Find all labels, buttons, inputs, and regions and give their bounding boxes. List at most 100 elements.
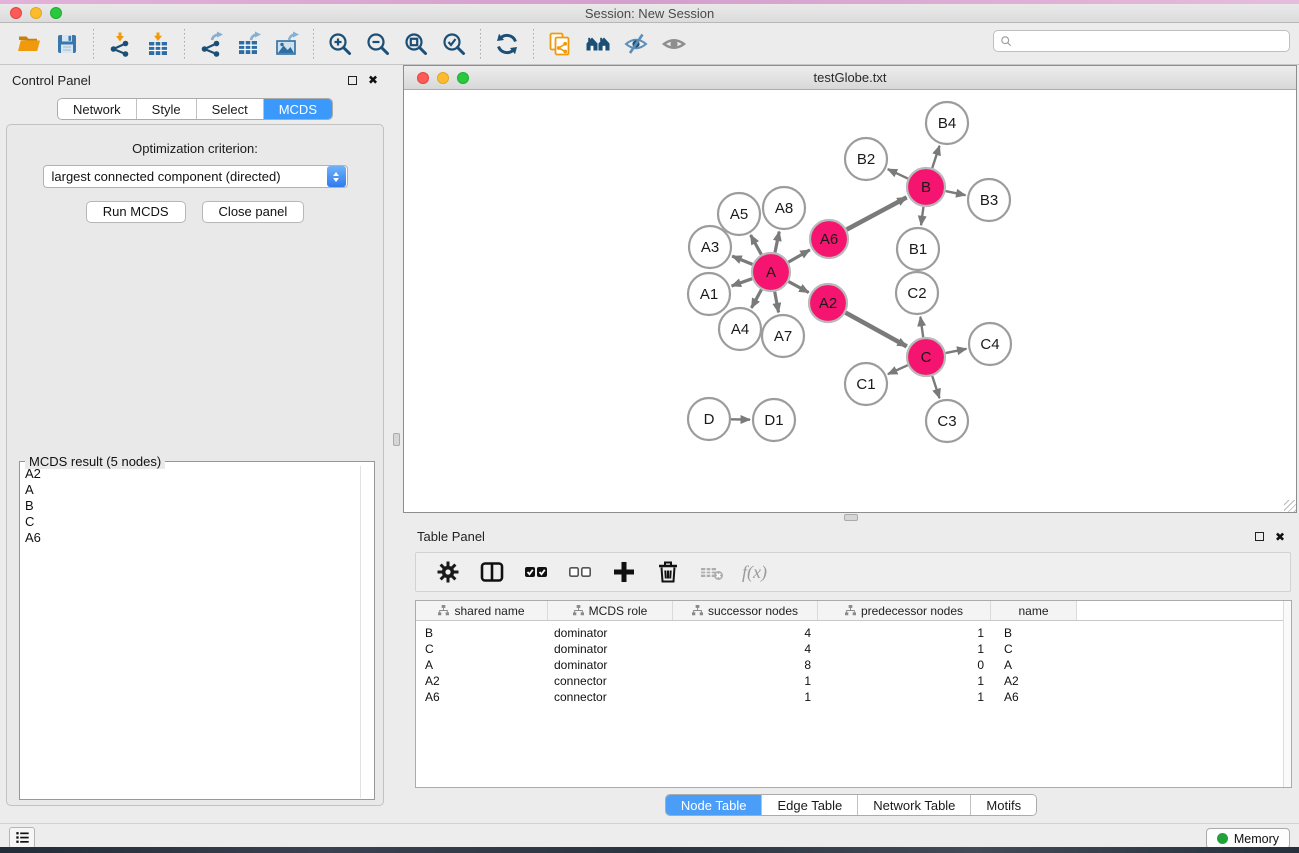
graph-node-B4[interactable]: B4 — [926, 102, 968, 144]
table-cell[interactable]: A6 — [991, 690, 1077, 704]
memory-button[interactable]: Memory — [1206, 828, 1290, 849]
run-mcds-button[interactable]: Run MCDS — [86, 201, 186, 223]
tab-style[interactable]: Style — [136, 99, 196, 119]
table-cell[interactable]: B — [991, 626, 1077, 640]
graph-node-A[interactable]: A — [752, 253, 790, 291]
table-cell[interactable]: 1 — [818, 690, 991, 704]
table-cell[interactable]: connector — [548, 674, 673, 688]
table-cell[interactable]: 8 — [673, 658, 818, 672]
table-row[interactable]: Cdominator41C — [416, 641, 1291, 657]
delete-column-icon[interactable] — [653, 558, 683, 586]
deselect-all-icon[interactable] — [565, 558, 595, 586]
vertical-splitter[interactable] — [390, 65, 403, 823]
graph-node-C[interactable]: C — [907, 338, 945, 376]
zoom-in-icon[interactable] — [325, 30, 355, 58]
graph-node-B3[interactable]: B3 — [968, 179, 1010, 221]
graph-node-A8[interactable]: A8 — [763, 187, 805, 229]
open-session-icon[interactable] — [14, 30, 44, 58]
close-panel-icon[interactable]: ✖ — [1275, 531, 1285, 543]
graph-node-C2[interactable]: C2 — [896, 272, 938, 314]
graph-node-A7[interactable]: A7 — [762, 315, 804, 357]
table-cell[interactable]: 1 — [818, 626, 991, 640]
table-row[interactable]: A6connector11A6 — [416, 689, 1291, 705]
column-header-predecessor-nodes[interactable]: predecessor nodes — [818, 601, 991, 620]
graph-node-A2[interactable]: A2 — [809, 284, 847, 322]
clone-network-icon[interactable] — [545, 30, 575, 58]
table-cell[interactable]: C — [991, 642, 1077, 656]
table-row[interactable]: Adominator80A — [416, 657, 1291, 673]
table-cell[interactable]: dominator — [548, 642, 673, 656]
table-cell[interactable]: 0 — [818, 658, 991, 672]
graph-node-B1[interactable]: B1 — [897, 228, 939, 270]
tab-motifs[interactable]: Motifs — [970, 795, 1036, 815]
graph-node-A5[interactable]: A5 — [718, 193, 760, 235]
close-panel-icon[interactable]: ✖ — [368, 74, 378, 86]
table-cell[interactable]: 1 — [673, 674, 818, 688]
tab-network-table[interactable]: Network Table — [857, 795, 970, 815]
table-cell[interactable]: C — [416, 642, 548, 656]
graph-node-A4[interactable]: A4 — [719, 308, 761, 350]
zoom-fit-icon[interactable] — [401, 30, 431, 58]
graph-node-A6[interactable]: A6 — [810, 220, 848, 258]
splitter-handle[interactable] — [844, 514, 858, 521]
destroy-table-icon[interactable] — [697, 558, 727, 586]
table-cell[interactable]: 1 — [818, 674, 991, 688]
task-history-button[interactable] — [9, 827, 35, 849]
tab-network[interactable]: Network — [58, 99, 136, 119]
table-scrollbar[interactable] — [1283, 601, 1291, 787]
network-canvas[interactable]: B4 B2 B B3 A5A8A6 A3 A B1 A1 A2 C2 A4A7 C4 C C1 C3 D D1 — [404, 90, 1296, 512]
column-header-shared-name[interactable]: shared name — [416, 601, 548, 620]
function-builder-icon[interactable]: f(x) — [742, 562, 767, 583]
graph-node-B[interactable]: B — [907, 168, 945, 206]
tab-mcds[interactable]: MCDS — [263, 99, 332, 119]
table-cell[interactable]: 1 — [673, 690, 818, 704]
mcds-result-item[interactable]: A2 — [23, 466, 360, 482]
show-graphics-details-icon[interactable] — [659, 30, 689, 58]
table-cell[interactable]: A — [991, 658, 1077, 672]
minimize-window-button[interactable] — [30, 7, 42, 19]
column-header-name[interactable]: name — [991, 601, 1077, 620]
import-table-icon[interactable] — [143, 30, 173, 58]
refresh-view-icon[interactable] — [492, 30, 522, 58]
zoom-selected-icon[interactable] — [439, 30, 469, 58]
mcds-result-item[interactable]: B — [23, 498, 360, 514]
graph-node-C1[interactable]: C1 — [845, 363, 887, 405]
criterion-select[interactable]: largest connected component (directed) — [43, 165, 348, 188]
column-header-mcds-role[interactable]: MCDS role — [548, 601, 673, 620]
table-row[interactable]: A2connector11A2 — [416, 673, 1291, 689]
graph-node-A1[interactable]: A1 — [688, 273, 730, 315]
zoom-window-button[interactable] — [50, 7, 62, 19]
table-cell[interactable]: A — [416, 658, 548, 672]
save-session-icon[interactable] — [52, 30, 82, 58]
splitter-handle[interactable] — [393, 433, 400, 446]
export-image-icon[interactable] — [272, 30, 302, 58]
graph-node-D[interactable]: D — [688, 398, 730, 440]
select-all-icon[interactable] — [521, 558, 551, 586]
table-cell[interactable]: dominator — [548, 626, 673, 640]
horizontal-splitter[interactable] — [403, 513, 1299, 523]
network-overview-icon[interactable] — [583, 30, 613, 58]
graph-node-A3[interactable]: A3 — [689, 226, 731, 268]
table-cell[interactable]: A2 — [991, 674, 1077, 688]
close-panel-button[interactable]: Close panel — [202, 201, 305, 223]
column-browser-icon[interactable] — [477, 558, 507, 586]
table-cell[interactable]: A2 — [416, 674, 548, 688]
table-cell[interactable]: 4 — [673, 642, 818, 656]
tab-node-table[interactable]: Node Table — [666, 795, 762, 815]
table-cell[interactable]: A6 — [416, 690, 548, 704]
import-network-icon[interactable] — [105, 30, 135, 58]
graph-node-C4[interactable]: C4 — [969, 323, 1011, 365]
graph-node-B2[interactable]: B2 — [845, 138, 887, 180]
mcds-result-item[interactable]: A6 — [23, 530, 360, 546]
graph-node-C3[interactable]: C3 — [926, 400, 968, 442]
add-column-icon[interactable] — [609, 558, 639, 586]
float-panel-icon[interactable] — [348, 76, 357, 85]
table-cell[interactable]: dominator — [548, 658, 673, 672]
export-network-icon[interactable] — [196, 30, 226, 58]
export-table-icon[interactable] — [234, 30, 264, 58]
minimize-network-button[interactable] — [437, 72, 449, 84]
close-network-button[interactable] — [417, 72, 429, 84]
column-header-successor-nodes[interactable]: successor nodes — [673, 601, 818, 620]
tab-edge-table[interactable]: Edge Table — [761, 795, 857, 815]
graph-node-D1[interactable]: D1 — [753, 399, 795, 441]
